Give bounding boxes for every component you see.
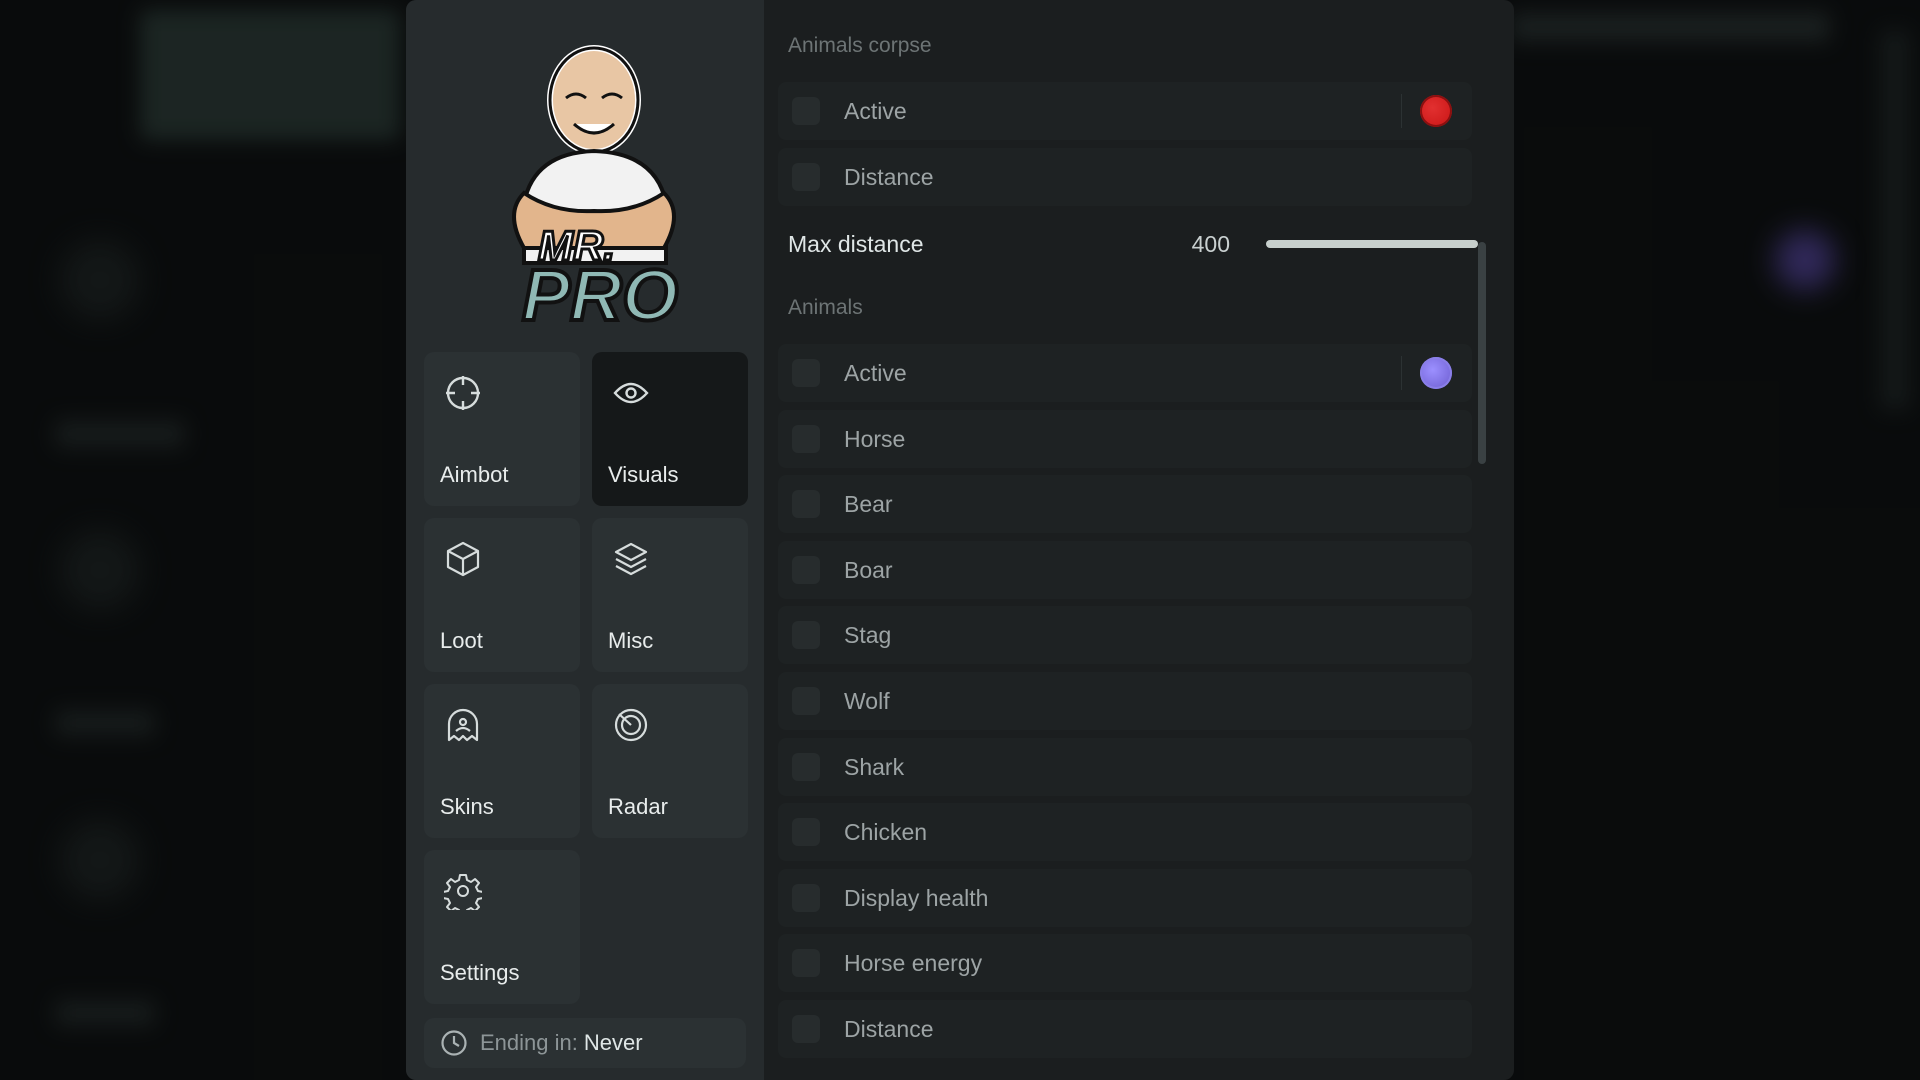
corpse-active-row: Active — [778, 82, 1472, 140]
nav-tile-loot[interactable]: Loot — [424, 518, 580, 672]
animals-row-label: Stag — [844, 621, 892, 648]
corpse-active-label: Active — [844, 97, 907, 124]
animals-checkbox[interactable] — [792, 818, 820, 846]
animals-checkbox[interactable] — [792, 884, 820, 912]
animals-row-bear: Bear — [778, 475, 1472, 533]
nav-tile-visuals[interactable]: Visuals — [592, 352, 748, 506]
animals-row-chicken: Chicken — [778, 803, 1472, 861]
animals-row-active: Active — [778, 344, 1472, 402]
ghost-icon — [447, 708, 479, 742]
animals-color-swatch[interactable] — [1420, 357, 1452, 389]
animals-row-label: Bear — [844, 490, 893, 517]
max-distance-label: Max distance — [788, 230, 924, 257]
radar-icon — [614, 708, 648, 742]
nav-tile-label: Settings — [440, 960, 520, 985]
animals-row-display-health: Display health — [778, 869, 1472, 927]
animals-row-label: Distance — [844, 1015, 934, 1042]
animals-checkbox[interactable] — [792, 621, 820, 649]
animals-checkbox[interactable] — [792, 490, 820, 518]
clock-icon — [441, 1030, 467, 1056]
content-scrollbar[interactable] — [1478, 242, 1486, 464]
animals-row-distance: Distance — [778, 1000, 1472, 1058]
logo-text-pro: PRO — [522, 256, 678, 328]
animals-checkbox[interactable] — [792, 359, 820, 387]
corpse-active-checkbox[interactable] — [792, 97, 820, 125]
max-distance-slider[interactable] — [1266, 240, 1478, 248]
animals-checkbox[interactable] — [792, 1015, 820, 1043]
nav-tiles: Aimbot Visuals Loot Misc Skins Radar Set… — [424, 352, 748, 1004]
section-title-corpse: Animals corpse — [788, 34, 932, 57]
max-distance-value: 400 — [1191, 230, 1230, 257]
animals-row-label: Display health — [844, 884, 989, 911]
corpse-distance-checkbox[interactable] — [792, 163, 820, 191]
animals-row-label: Active — [844, 359, 907, 386]
animals-row-label: Boar — [844, 556, 893, 583]
nav-tile-label: Skins — [440, 794, 494, 819]
nav-tile-label: Misc — [608, 628, 654, 653]
corpse-distance-label: Distance — [844, 163, 934, 190]
animals-row-shark: Shark — [778, 738, 1472, 796]
nav-tile-skins[interactable]: Skins — [424, 684, 580, 838]
nav-tile-aimbot[interactable]: Aimbot — [424, 352, 580, 506]
crosshair-icon — [446, 376, 480, 410]
animals-row-boar: Boar — [778, 541, 1472, 599]
animals-row-label: Horse — [844, 425, 906, 452]
nav-tile-misc[interactable]: Misc — [592, 518, 748, 672]
gear-icon — [444, 874, 482, 910]
brand-logo: MR. PRO — [466, 28, 706, 338]
corpse-color-swatch[interactable] — [1420, 95, 1452, 127]
row-divider — [1401, 94, 1402, 128]
animals-row-label: Horse energy — [844, 949, 983, 976]
corpse-distance-row: Distance — [778, 148, 1472, 206]
animals-row-label: Wolf — [844, 687, 890, 714]
animals-checkbox[interactable] — [792, 753, 820, 781]
sidebar: MR. PRO Aimbot Visuals Loot Misc Skins R… — [406, 0, 764, 1080]
section-title-animals: Animals — [788, 296, 863, 319]
ending-value: Never — [583, 1030, 643, 1055]
visuals-content: Animals corpse Active Distance Max dista… — [764, 0, 1514, 1080]
row-divider — [1401, 356, 1402, 390]
layers-icon — [614, 542, 648, 576]
animals-checkbox[interactable] — [792, 949, 820, 977]
animals-row-wolf: Wolf — [778, 672, 1472, 730]
animals-checkbox[interactable] — [792, 687, 820, 715]
nav-tile-label: Radar — [608, 794, 668, 819]
cube-icon — [446, 541, 480, 577]
animals-row-label: Chicken — [844, 818, 928, 845]
max-distance-slider-row: Max distance 400 — [788, 224, 1478, 264]
nav-tile-label: Aimbot — [440, 462, 509, 487]
animals-row-horse-energy: Horse energy — [778, 934, 1472, 992]
nav-tile-label: Loot — [440, 628, 483, 653]
nav-tile-settings[interactable]: Settings — [424, 850, 580, 1004]
cheat-menu-window: MR. PRO Aimbot Visuals Loot Misc Skins R… — [406, 0, 1514, 1080]
animals-checkbox[interactable] — [792, 556, 820, 584]
subscription-status: Ending in: Never — [424, 1018, 746, 1068]
animals-row-horse: Horse — [778, 410, 1472, 468]
ending-label: Ending in: — [480, 1030, 578, 1055]
nav-tile-radar[interactable]: Radar — [592, 684, 748, 838]
nav-tile-label: Visuals — [608, 462, 679, 487]
eye-icon — [613, 382, 649, 404]
animals-row-stag: Stag — [778, 606, 1472, 664]
animals-checkbox[interactable] — [792, 425, 820, 453]
animals-row-label: Shark — [844, 753, 905, 780]
